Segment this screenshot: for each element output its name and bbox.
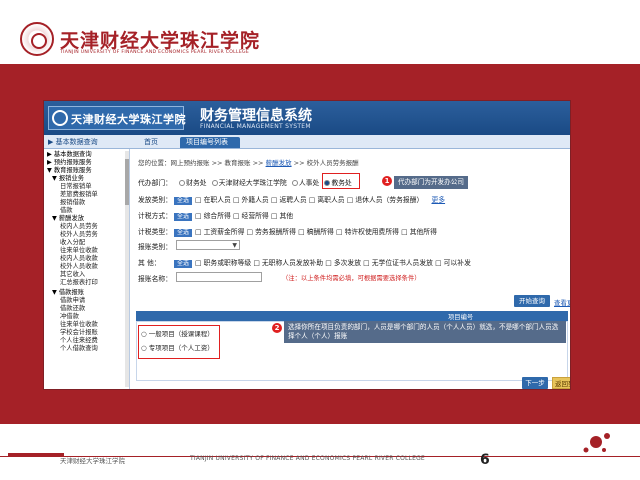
sidebar-item[interactable]: 个人往来经费 [60,337,98,345]
payee-options[interactable]: □ 在职人员 □ 外籍人员 □ 返聘人员 □ 离职人员 □ 退休人员（劳务报酬） [195,196,423,204]
sidebar-item[interactable]: 往来单位收款 [60,247,98,255]
sidebar-item[interactable]: 校内人员劳务 [60,223,98,231]
sidebar-item[interactable]: 个人借款查询 [60,345,98,353]
select-all-chip[interactable]: 全选 [174,260,193,268]
detail-options[interactable]: □ 职务或职称等级 □ 无职称人员发放补助 □ 多次发放 □ 无学位证书人员发放… [195,259,471,267]
status-label: 报账类别： [138,243,172,251]
name-row: 报账名称： [138,273,174,283]
step-marker-2: 2 [272,323,282,333]
type-row: 计税类型： 全选 □ 工资薪金所得 □ 劳务报酬所得 □ 稿酬所得 □ 特许权使用费… [138,226,437,237]
sidebar-item[interactable]: ▶ 预约报账服务 [47,159,92,167]
status-select[interactable]: ▼ [176,240,240,250]
sidebar-item[interactable]: 冲借款 [60,313,79,321]
dept-row: 代办部门： 财务处 天津财经大学珠江学院 人事处 教务处 [138,177,352,187]
payee-label: 发放类别： [138,196,172,204]
breadcrumb: 您的位置：网上预约报账 >> 教育报账 >> 薪酬发放 >> 校外人员劳务报酬 [138,157,359,167]
sidebar-item[interactable]: 校外人员劳务 [60,231,98,239]
sidebar-item[interactable]: 校外人员收款 [60,263,98,271]
app-title: 财务管理信息系统 [200,108,312,124]
report-name-input[interactable] [176,272,262,282]
tax-label: 计税方式： [138,212,172,220]
app-logo: 天津财经大学珠江学院 [48,106,186,130]
decorative-dots-icon [583,433,610,453]
sidebar-item[interactable]: 学校会计报账 [60,329,98,337]
required-note: （注：以上条件均需必填，可根据需要选择条件） [282,275,421,282]
dept-label: 代办部门： [138,179,172,187]
app-header: 天津财经大学珠江学院 财务管理信息系统 FINANCIAL MANAGEMENT… [44,101,570,135]
breadcrumb-tail: >> 校外人员劳务报酬 [291,159,359,167]
footer-brand-cn: 天津财经大学珠江学院 [60,457,125,465]
footer-brand-en: TIANJIN UNIVERSITY OF FINANCE AND ECONOM… [190,455,425,462]
project-table-header: 项目编号 [136,311,568,321]
dept-radio[interactable] [211,180,218,186]
select-all-chip[interactable]: 全选 [174,197,193,205]
select-all-chip[interactable]: 全选 [174,213,193,221]
type-label: 计税类型： [138,228,172,236]
university-seal-icon [20,22,54,56]
sidebar-item[interactable]: 报销借款 [60,199,85,207]
sidebar-toggle[interactable]: ▶ 基本数据查询 [48,137,126,148]
payee-row: 发放类别： 全选 □ 在职人员 □ 外籍人员 □ 返聘人员 □ 离职人员 □ 退休人… [138,194,445,205]
detail-row: 其 他： 全选 □ 职务或职称等级 □ 无职称人员发放补助 □ 多次发放 □ 无学位… [138,257,471,268]
type-options[interactable]: □ 工资薪金所得 □ 劳务报酬所得 □ 稿酬所得 □ 特许权使用费所得 □ 其他… [195,228,437,236]
sidebar-menu: ▶ 基本数据查询 ▶ 预约报账服务 ▼ 教育报账服务 ▼ 报销业务 日常报销单 … [44,149,130,389]
app-logo-text: 天津财经大学珠江学院 [71,113,186,126]
more-data-link[interactable]: 查看更多数据请点击此处 [554,297,570,307]
sidebar-item[interactable]: ▼ 薪酬发放 [52,215,84,223]
system-screenshot: 天津财经大学珠江学院 财务管理信息系统 FINANCIAL MANAGEMENT… [43,100,571,390]
detail-label: 其 他： [138,259,161,267]
highlight-box [138,325,220,359]
back-button[interactable]: 返回列表 [552,377,570,389]
sidebar-item[interactable]: ▼ 借款报账 [52,289,84,297]
sidebar-item[interactable]: 借款还款 [60,305,85,313]
scrollbar-thumb[interactable] [125,159,129,205]
dept-option: 财务处 [186,179,207,187]
breadcrumb-prefix: 您的位置： [138,159,171,167]
sidebar-scrollbar[interactable] [125,151,129,387]
footer-accent-bar [8,453,64,457]
slide-header: 天津财经大学珠江学院 TIANJIN UNIVERSITY OF FINANCE… [0,0,640,64]
project-table-title: 项目编号 [448,314,474,321]
app-nav-bar: ▶ 基本数据查询 首页 项目编号列表 [44,135,570,149]
app-subtitle: FINANCIAL MANAGEMENT SYSTEM [200,123,311,130]
breadcrumb-path: 网上预约报账 >> 教育报账 >> [170,159,266,167]
sidebar-item[interactable]: 收入分配 [60,239,85,247]
main-panel: 您的位置：网上预约报账 >> 教育报账 >> 薪酬发放 >> 校外人员劳务报酬 … [134,149,570,389]
dept-radio[interactable] [291,180,298,186]
tab-project-list[interactable]: 项目编号列表 [180,137,240,148]
sidebar-item[interactable]: ▼ 报销业务 [52,175,84,183]
tab-home[interactable]: 首页 [138,137,164,148]
dept-option: 天津财经大学珠江学院 [218,179,287,187]
status-row: 报账类别： [138,241,174,251]
next-button[interactable]: 下一步 [522,377,548,389]
sidebar-item[interactable]: 借款 [60,207,73,215]
name-label: 报账名称： [138,275,172,283]
logo-seal-icon [52,110,68,126]
highlight-box [322,173,360,189]
sidebar-item[interactable]: 差旅费报销单 [60,191,98,199]
brand-name-en: TIANJIN UNIVERSITY OF FINANCE AND ECONOM… [60,50,250,55]
page-number: 6 [480,452,490,468]
more-link[interactable]: 更多 [431,196,445,204]
sidebar-item[interactable]: 借款申请 [60,297,85,305]
callout-dept: 代办部门为开发办公司 [394,176,468,189]
sidebar-item[interactable]: 往来单位收款 [60,321,98,329]
sidebar-item[interactable]: 校内人员收款 [60,255,98,263]
sidebar-item[interactable]: 日常报销单 [60,183,91,191]
callout-project: 选择你所在项目负责的部门，人员是哪个部门的人员（个人人员）就选，不是哪个部门人员… [284,321,566,343]
sidebar-item[interactable]: ▶ 基本数据查询 [47,151,92,159]
sidebar-item[interactable]: ▼ 教育报账服务 [47,167,92,175]
tax-options[interactable]: □ 综合所得 □ 经营所得 □ 其他 [195,212,293,220]
sidebar-item[interactable]: 汇总报表打印 [60,279,98,287]
chevron-down-icon: ▼ [232,242,237,249]
step-marker-1: 1 [382,176,392,186]
dept-radio[interactable] [179,180,186,186]
query-button[interactable]: 开始查询 [514,295,550,307]
breadcrumb-link[interactable]: 薪酬发放 [266,159,292,167]
sidebar-item[interactable]: 其它收入 [60,271,85,279]
dept-option: 人事处 [298,179,320,187]
select-all-chip[interactable]: 全选 [174,229,193,237]
brand-name-cn: 天津财经大学珠江学院 [60,30,261,52]
tax-row: 计税方式： 全选 □ 综合所得 □ 经营所得 □ 其他 [138,210,293,221]
